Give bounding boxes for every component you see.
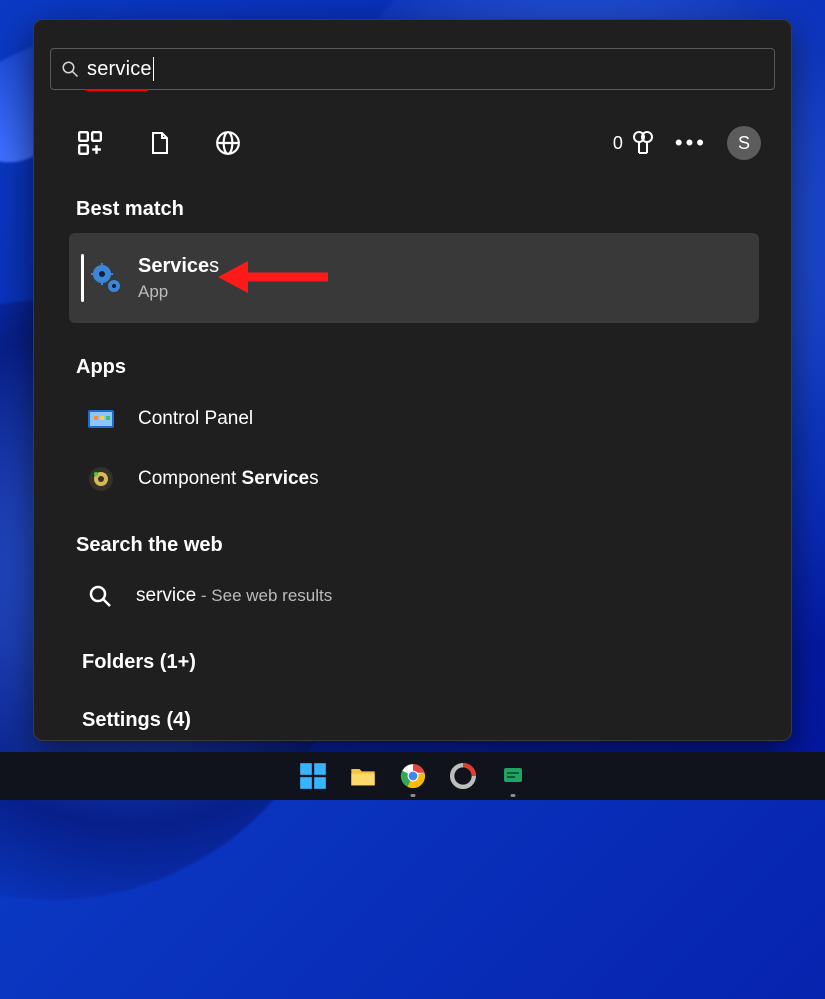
taskbar-chrome[interactable]: [399, 762, 427, 790]
taskbar-file-explorer[interactable]: [349, 762, 377, 790]
search-filter-tabs: 0 ••• S: [76, 120, 761, 166]
filter-apps-icon[interactable]: [76, 129, 104, 157]
search-icon: [61, 60, 79, 78]
windows-search-panel: service: [33, 19, 792, 741]
taskbar-start-button[interactable]: [299, 762, 327, 790]
best-match-result[interactable]: Services App: [69, 233, 759, 323]
section-heading-settings[interactable]: Settings (4): [82, 709, 191, 732]
section-heading-search-web: Search the web: [76, 534, 223, 557]
result-web-search[interactable]: service - See web results: [88, 584, 332, 608]
filter-web-icon[interactable]: [214, 129, 242, 157]
result-app-control-panel[interactable]: Control Panel: [88, 406, 253, 432]
services-app-icon: [90, 262, 122, 294]
component-services-icon: [88, 466, 114, 492]
rewards-icon: [631, 131, 655, 155]
result-label: Component Services: [138, 468, 319, 490]
section-heading-folders[interactable]: Folders (1+): [82, 651, 196, 674]
search-query-text: service: [87, 59, 152, 79]
section-heading-apps: Apps: [76, 356, 126, 379]
selection-indicator: [81, 254, 84, 302]
spellcheck-underline: [86, 89, 148, 91]
microsoft-rewards[interactable]: 0: [613, 131, 655, 155]
section-heading-best-match: Best match: [76, 198, 184, 221]
taskbar: [0, 752, 825, 800]
result-label: service - See web results: [136, 585, 332, 607]
best-match-title: Services: [138, 255, 219, 278]
rewards-count: 0: [613, 133, 623, 154]
text-caret: [153, 57, 154, 81]
search-icon: [88, 584, 112, 608]
taskbar-app-chat[interactable]: [499, 762, 527, 790]
more-options-button[interactable]: •••: [675, 132, 707, 154]
user-avatar[interactable]: S: [727, 126, 761, 160]
taskbar-app-donut[interactable]: [449, 762, 477, 790]
avatar-initial: S: [738, 133, 750, 154]
filter-documents-icon[interactable]: [145, 129, 173, 157]
result-app-component-services[interactable]: Component Services: [88, 466, 319, 492]
control-panel-icon: [88, 406, 114, 432]
search-input-container[interactable]: service: [50, 48, 775, 90]
best-match-subtitle: App: [138, 282, 219, 302]
result-label: Control Panel: [138, 408, 253, 430]
